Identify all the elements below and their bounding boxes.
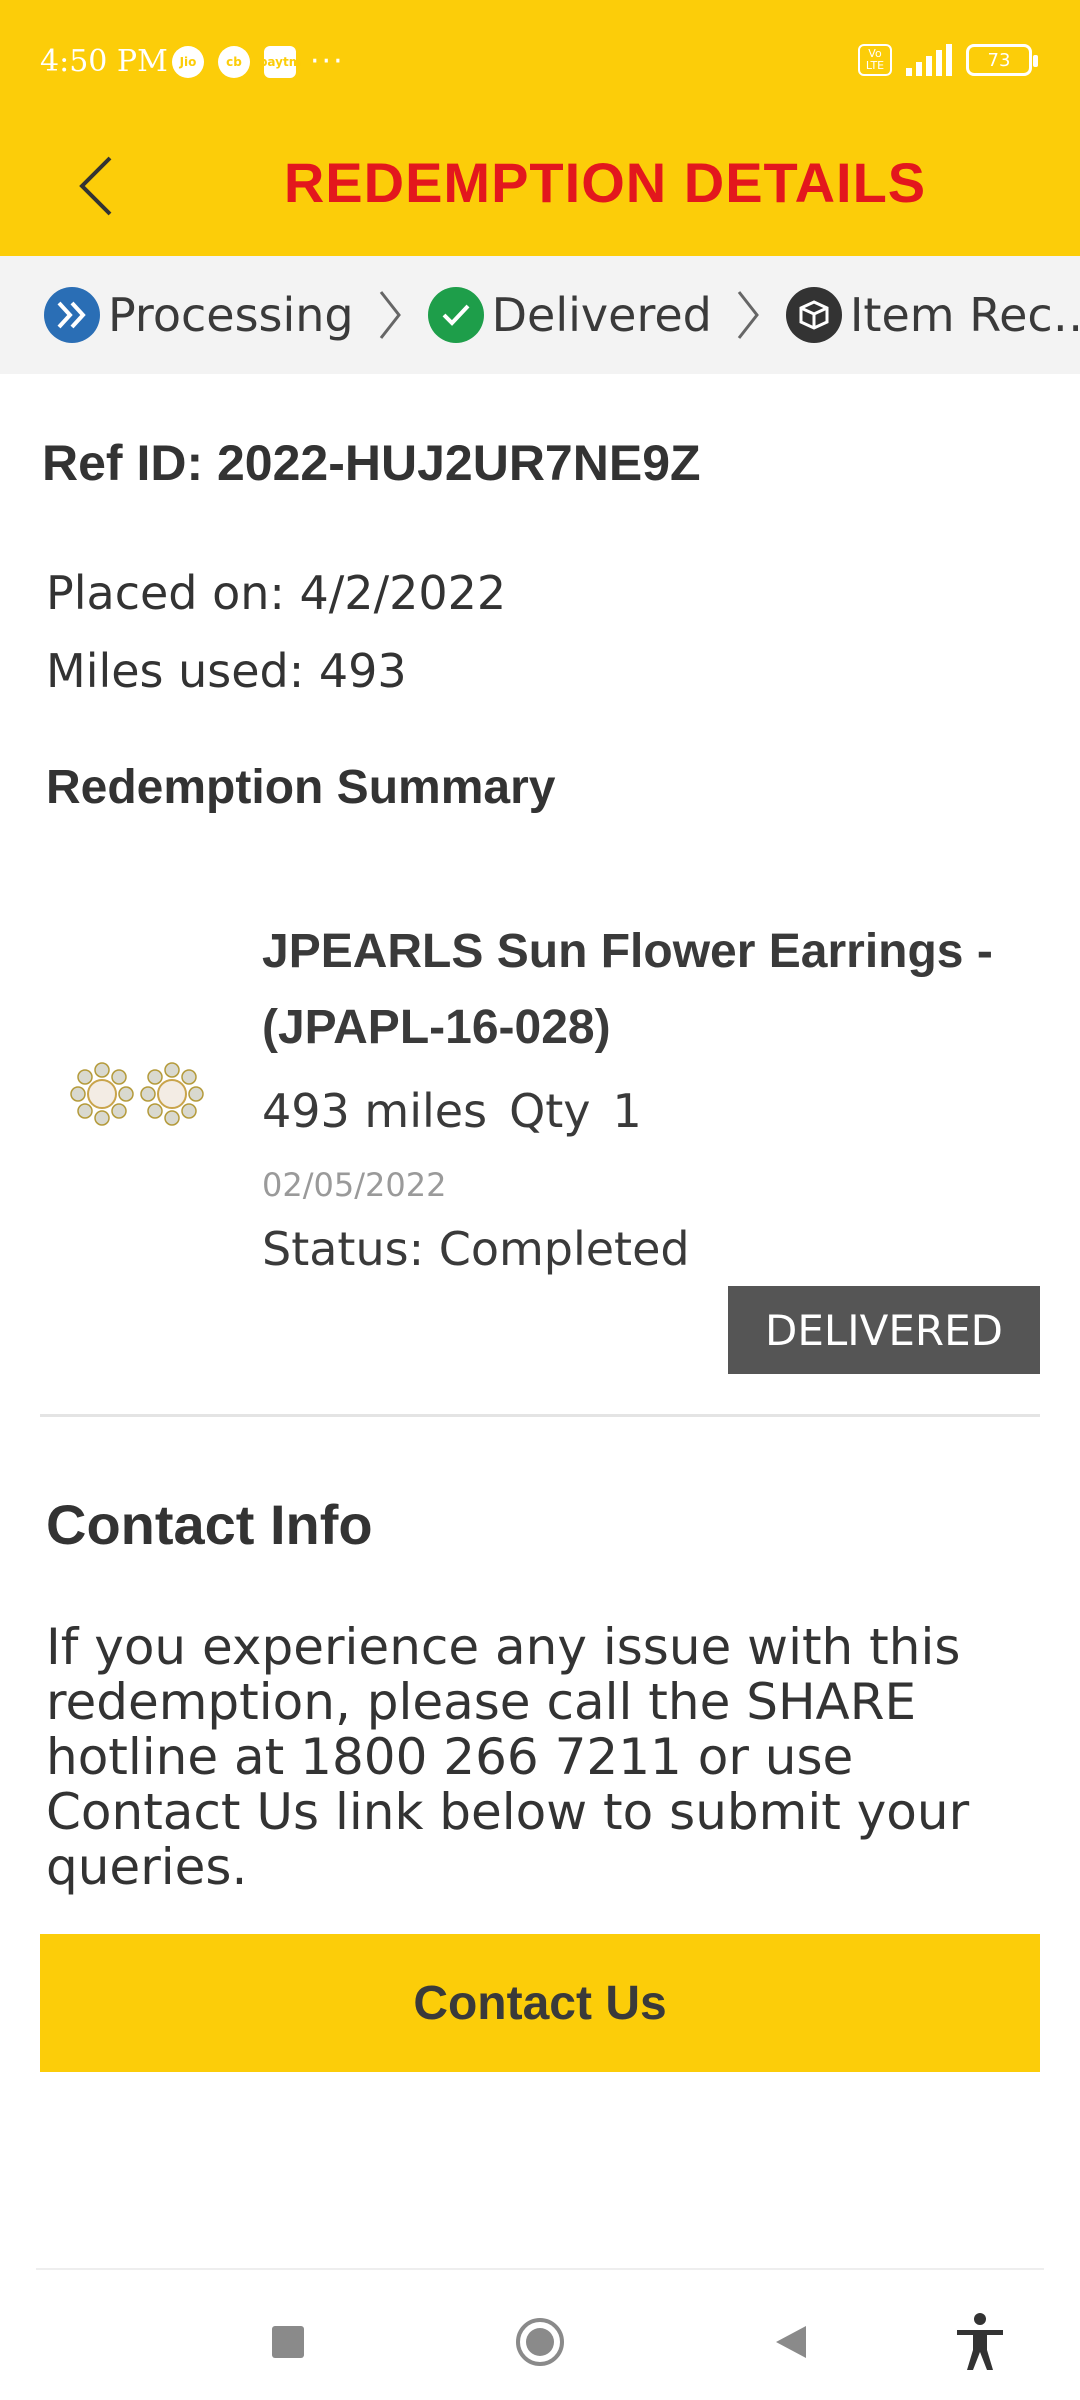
redemption-summary-heading: Redemption Summary <box>46 761 556 814</box>
divider <box>36 2268 1044 2270</box>
status-bar: 4:50 PM Jio cb paytm ··· Vo LTE 73 <box>0 0 1080 128</box>
miles-used: Miles used: 493 <box>46 644 407 698</box>
app-bar: REDEMPTION DETAILS <box>0 128 1080 256</box>
item-miles: 493 miles <box>262 1084 488 1138</box>
item-qty-label: Qty <box>509 1084 591 1138</box>
contact-info-heading: Contact Info <box>46 1493 373 1556</box>
item-meta: 493 miles Qty 1 <box>262 1084 642 1138</box>
home-circle-icon[interactable] <box>510 2312 570 2372</box>
step-label: Processing <box>108 288 354 342</box>
volte-icon: Vo LTE <box>858 44 892 76</box>
step-item-received: Item Rec… <box>785 287 1080 343</box>
box-icon <box>785 287 842 343</box>
step-delivered: Delivered <box>427 287 712 343</box>
chevron-right-icon <box>378 289 402 341</box>
contact-us-button[interactable]: Contact Us <box>40 1934 1040 2072</box>
divider <box>40 1414 1040 1417</box>
chevron-left-icon <box>79 156 112 216</box>
status-time: 4:50 PM <box>40 44 168 79</box>
chevron-right-icon <box>736 289 760 341</box>
page-title: REDEMPTION DETAILS <box>283 151 927 214</box>
system-icons: Vo LTE 73 <box>858 44 1038 76</box>
notification-icons: Jio cb paytm ··· <box>172 44 345 79</box>
item-qty: 1 <box>612 1084 642 1138</box>
item-status: Status: Completed <box>262 1222 690 1276</box>
double-chevron-icon <box>44 287 100 343</box>
step-processing: Processing <box>44 287 354 343</box>
back-button[interactable] <box>56 146 136 226</box>
back-triangle-icon[interactable] <box>760 2312 820 2372</box>
earrings-image <box>70 1062 204 1126</box>
placed-on: Placed on: 4/2/2022 <box>46 566 507 620</box>
paytm-icon: paytm <box>259 45 301 78</box>
signal-icon <box>906 44 952 76</box>
checkmark-icon <box>427 287 484 343</box>
cb-icon: cb <box>218 45 250 78</box>
battery-icon: 73 <box>966 44 1038 76</box>
delivered-badge: DELIVERED <box>728 1286 1040 1374</box>
step-label: Item Rec… <box>849 288 1080 342</box>
item-date: 02/05/2022 <box>262 1166 447 1204</box>
item-name: JPEARLS Sun Flower Earrings - (JPAPL-16-… <box>262 925 993 1054</box>
battery-level: 73 <box>987 49 1011 71</box>
order-progress-steps: Processing Delivered Item Rec… <box>0 256 1080 374</box>
contact-info-text: If you experience any issue with this re… <box>46 1618 970 1896</box>
system-navigation-bar <box>0 2268 1080 2400</box>
ref-id: Ref ID: 2022-HUJ2UR7NE9Z <box>42 435 701 491</box>
recents-square-icon[interactable] <box>258 2312 318 2372</box>
more-notifications-icon: ··· <box>310 44 345 79</box>
accessibility-icon[interactable] <box>950 2312 1010 2372</box>
jio-icon: Jio <box>172 45 204 78</box>
step-label: Delivered <box>491 288 712 342</box>
